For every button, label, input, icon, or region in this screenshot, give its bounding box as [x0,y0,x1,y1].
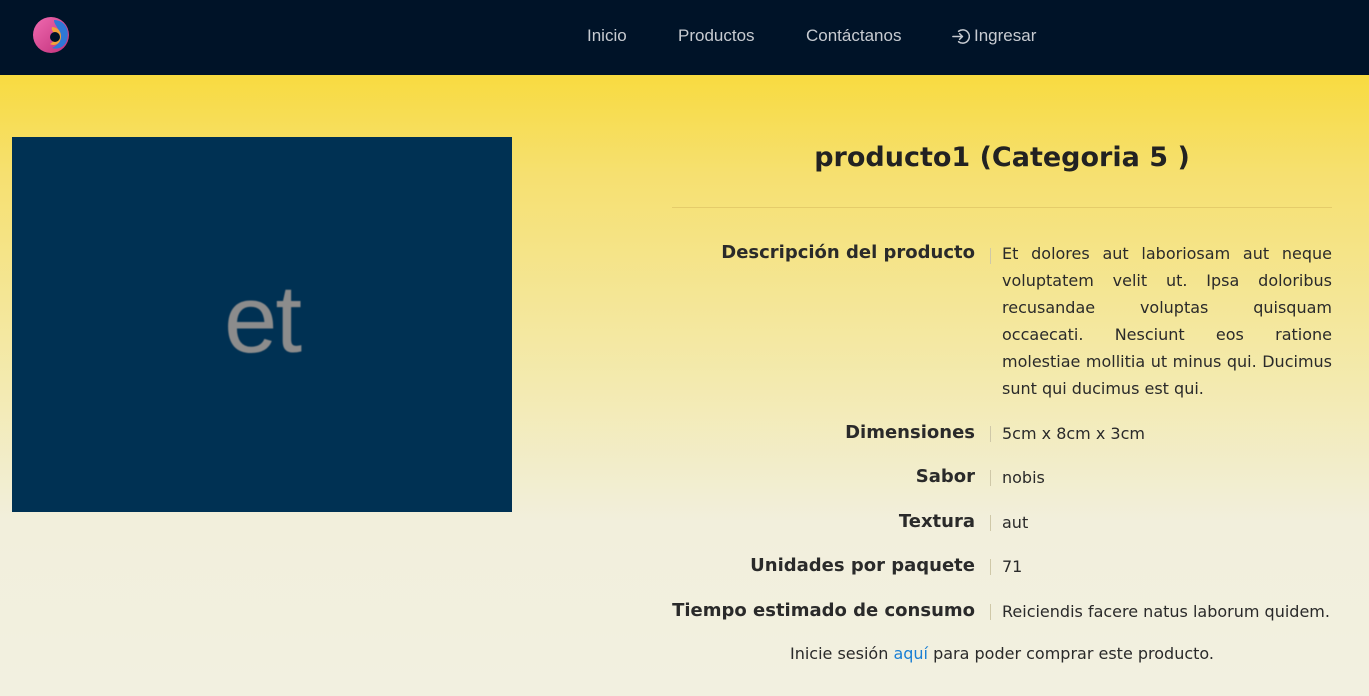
detail-separator [990,248,991,264]
detail-value: 71 [1002,557,1023,576]
detail-label: Textura [898,511,975,532]
nav-link-inicio[interactable]: Inicio [587,24,627,48]
detail-separator [990,515,991,531]
detail-label: Tiempo estimado de consumo [672,600,975,621]
nav-link-productos[interactable]: Productos [678,24,755,48]
nav-link-contactanos[interactable]: Contáctanos [806,24,901,48]
product-title: producto1 (Categoria 5 ) [814,142,1190,173]
nav-link-ingresar[interactable]: Ingresar [951,24,1036,48]
nav-link-ingresar-label: Ingresar [974,26,1037,45]
login-link[interactable]: aquí [893,644,928,663]
login-note: Inicie sesión aquí para poder comprar es… [672,644,1332,663]
detail-label: Dimensiones [845,422,975,443]
detail-value: Et dolores aut laboriosam aut neque volu… [1002,244,1332,398]
detail-label: Unidades por paquete [750,555,975,576]
detail-value: nobis [1002,468,1045,487]
login-note-prefix: Inicie sesión [789,644,889,663]
detail-value: Reiciendis facere natus laborum quidem. [1002,602,1330,621]
divider [672,207,1332,208]
sign-in-icon [952,28,970,44]
product-image-text: et [223,265,302,373]
product-image: et [12,137,512,512]
detail-separator [990,559,991,575]
navbar: Inicio Productos Contáctanos Ingresar [0,0,1369,75]
detail-label: Sabor [915,466,975,487]
detail-separator [990,470,991,486]
detail-value: aut [1002,513,1029,532]
login-note-suffix: para poder comprar este producto. [933,644,1215,663]
detail-separator [990,604,991,620]
logo-swirl-icon[interactable] [32,14,72,56]
detail-value: 5cm x 8cm x 3cm [1002,424,1145,443]
detail-separator [990,426,991,442]
detail-label: Descripción del producto [721,242,975,263]
